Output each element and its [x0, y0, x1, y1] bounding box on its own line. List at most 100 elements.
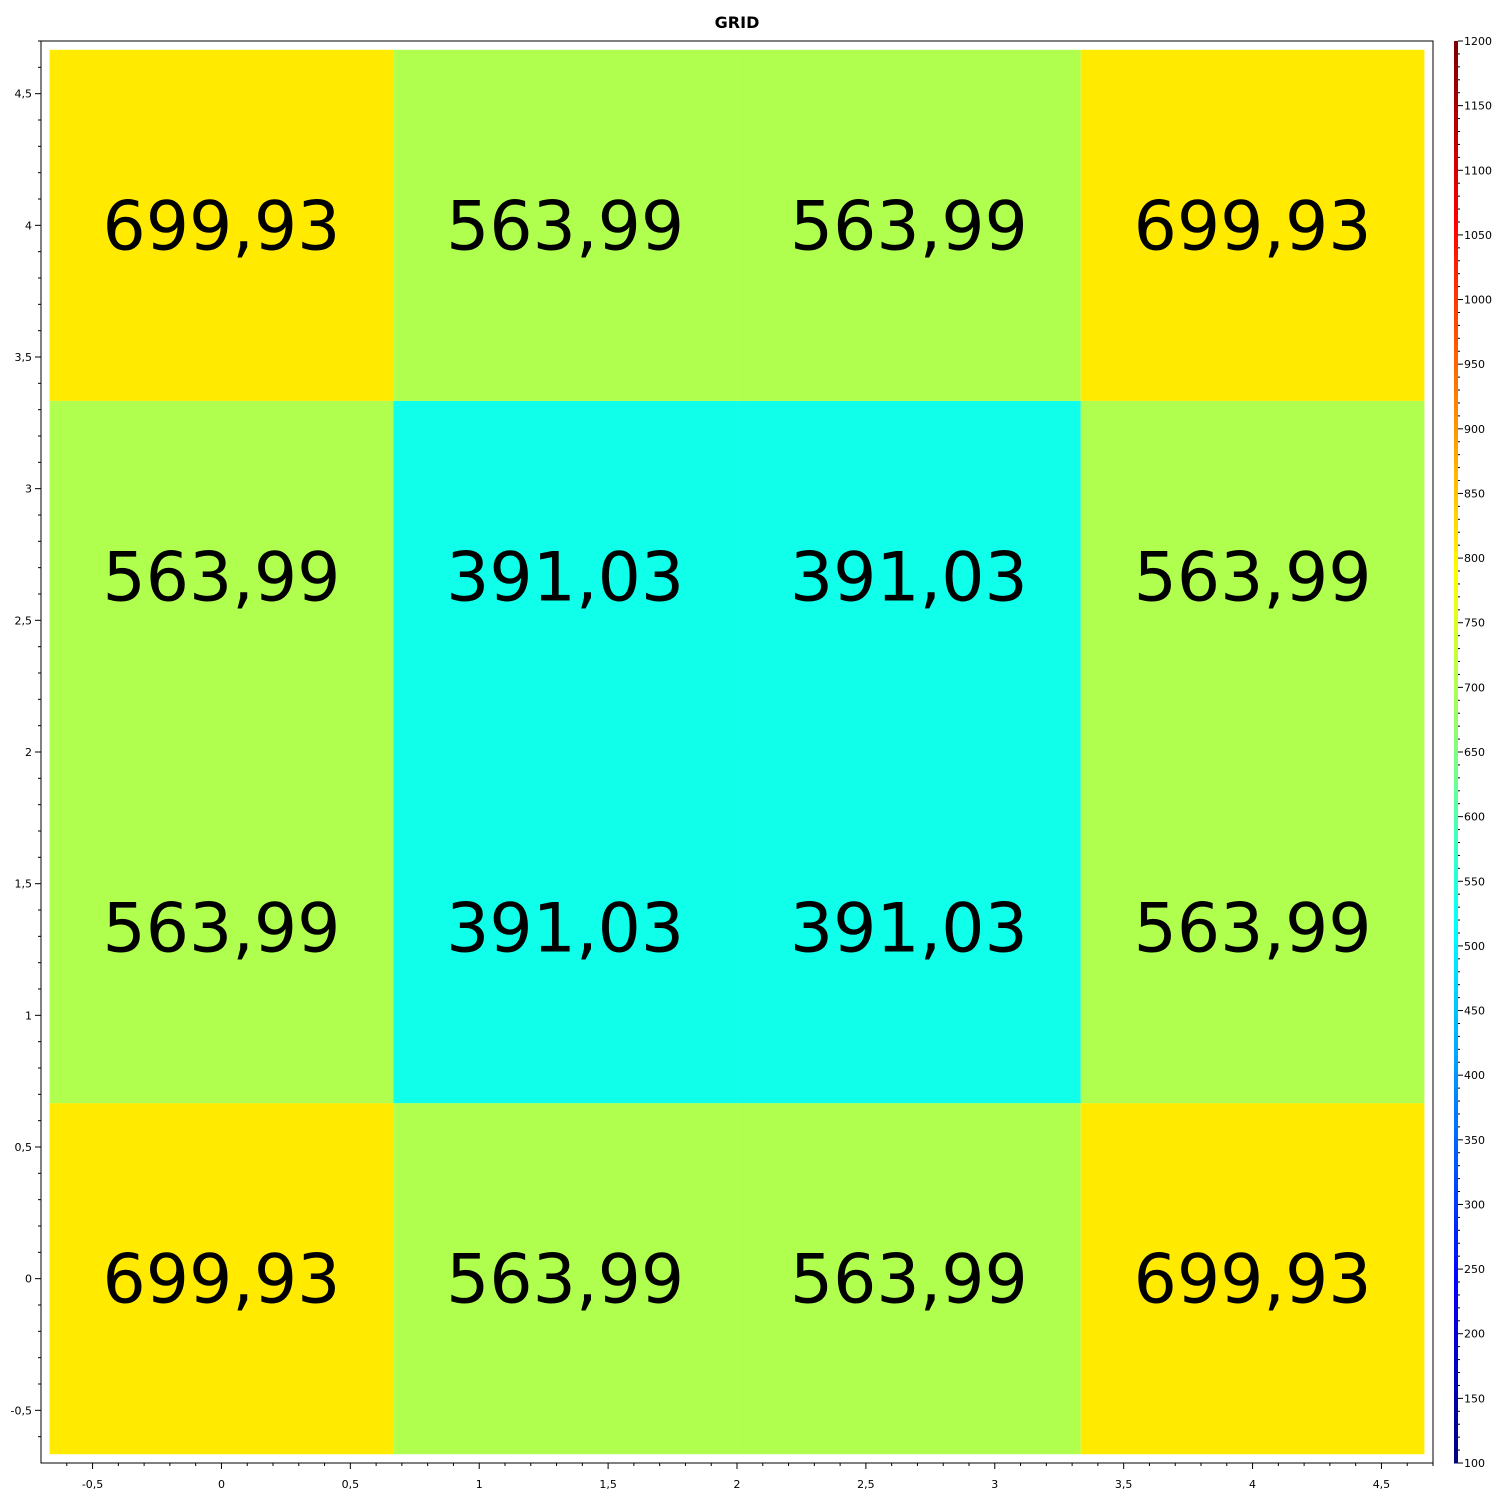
colorbar-segment — [1454, 125, 1458, 132]
colorbar-segment — [1454, 1101, 1458, 1108]
colorbar-segment — [1454, 784, 1458, 792]
colorbar-segment — [1454, 1126, 1458, 1134]
colorbar-segment — [1454, 1307, 1458, 1315]
colorbar-segment — [1454, 1094, 1458, 1102]
colorbar-segment — [1454, 176, 1458, 184]
colorbar-segment — [1454, 1049, 1458, 1057]
colorbar-segment — [1454, 454, 1458, 462]
colorbar-segment — [1454, 1113, 1458, 1121]
colorbar-segment — [1454, 1320, 1458, 1328]
x-tick-label: 2,5 — [857, 1478, 875, 1491]
colorbar-segment — [1454, 558, 1458, 566]
colorbar-segment — [1454, 170, 1458, 178]
colorbar-segment — [1454, 448, 1458, 456]
colorbar-segment — [1454, 1017, 1458, 1024]
colorbar-segment — [1454, 299, 1458, 307]
cell-value-label: 563,99 — [446, 187, 684, 266]
colorbar-segment — [1454, 247, 1458, 255]
colorbar-segment — [1454, 635, 1458, 643]
colorbar-tick-label: 800 — [1464, 552, 1485, 565]
x-tick-label: 3 — [991, 1478, 998, 1491]
colorbar-segment — [1454, 370, 1458, 378]
cell-value-label: 699,93 — [102, 1241, 340, 1320]
colorbar-segment — [1454, 157, 1458, 165]
colorbar-segment — [1454, 583, 1458, 591]
colorbar-segment — [1454, 1029, 1458, 1037]
colorbar-segment — [1454, 532, 1458, 540]
colorbar-segment — [1454, 1230, 1458, 1238]
colorbar-segment — [1454, 254, 1458, 262]
colorbar-segment — [1454, 997, 1458, 1005]
colorbar: 100 150 200 250 300 350 400 450 500 550 600 650 700 7… — [1454, 35, 1492, 1470]
colorbar-segment — [1454, 512, 1458, 520]
colorbar-segment — [1454, 693, 1458, 701]
colorbar-segment — [1454, 228, 1458, 236]
colorbar-segment — [1454, 519, 1458, 527]
colorbar-tick-label: 1100 — [1464, 164, 1492, 177]
cell-value-label: 699,93 — [1134, 1241, 1372, 1320]
colorbar-tick-label: 750 — [1464, 617, 1485, 630]
colorbar-segment — [1454, 163, 1458, 171]
colorbar-segment — [1454, 1340, 1458, 1348]
colorbar-segment — [1454, 1165, 1458, 1173]
colorbar-segment — [1454, 726, 1458, 734]
colorbar-segment — [1454, 1430, 1458, 1438]
x-tick-label: 0 — [218, 1478, 225, 1491]
colorbar-segment — [1454, 486, 1458, 494]
colorbar-tick-label: 850 — [1464, 487, 1485, 500]
colorbar-segment — [1454, 1010, 1458, 1018]
colorbar-segment — [1454, 1191, 1458, 1199]
colorbar-segment — [1454, 99, 1458, 107]
colorbar-segment — [1454, 1437, 1458, 1445]
cell-value-label: 563,99 — [790, 187, 1028, 266]
colorbar-segment — [1454, 945, 1458, 953]
cell-value-label: 563,99 — [1134, 538, 1372, 617]
colorbar-segment — [1454, 1210, 1458, 1218]
chart-container: GRID 699,93 563,99 563,99 699,93 563,99 391,0… — [0, 0, 1500, 1500]
colorbar-segment — [1454, 1042, 1458, 1050]
x-tick-label: 2 — [734, 1478, 741, 1491]
colorbar-segment — [1454, 1327, 1458, 1335]
colorbar-segment — [1454, 971, 1458, 979]
colorbar-segment — [1454, 758, 1458, 766]
cell-value-label: 391,03 — [446, 890, 684, 969]
colorbar-tick-label: 1050 — [1464, 229, 1492, 242]
colorbar-segment — [1454, 861, 1458, 869]
colorbar-segment — [1454, 1301, 1458, 1309]
cell-value-label: 699,93 — [102, 187, 340, 266]
colorbar-segment — [1454, 92, 1458, 100]
colorbar-segment — [1454, 907, 1458, 915]
colorbar-segment — [1454, 777, 1458, 785]
colorbar-segment — [1454, 241, 1458, 249]
colorbar-segment — [1454, 1217, 1458, 1225]
colorbar-segment — [1454, 480, 1458, 488]
colorbar-segment — [1454, 603, 1458, 611]
colorbar-segment — [1454, 1275, 1458, 1283]
colorbar-segment — [1454, 823, 1458, 831]
y-tick-label: 1,5 — [15, 878, 33, 891]
colorbar-segment — [1454, 357, 1458, 365]
colorbar-segment — [1454, 118, 1458, 126]
colorbar-segment — [1454, 571, 1458, 578]
colorbar-segment — [1454, 926, 1458, 934]
colorbar-segment — [1454, 655, 1458, 663]
colorbar-segment — [1454, 816, 1458, 824]
x-tick-label: 1,5 — [599, 1478, 617, 1491]
colorbar-segment — [1454, 577, 1458, 585]
colorbar-segment — [1454, 545, 1458, 553]
colorbar-segment — [1454, 267, 1458, 275]
colorbar-segment — [1454, 47, 1458, 55]
x-tick-label: 4 — [1249, 1478, 1256, 1491]
colorbar-segment — [1454, 221, 1458, 229]
colorbar-segment — [1454, 364, 1458, 372]
colorbar-segment — [1454, 1197, 1458, 1205]
colorbar-segment — [1454, 402, 1458, 410]
colorbar-segment — [1454, 1450, 1458, 1458]
y-tick-label: 0,5 — [15, 1141, 33, 1154]
colorbar-segment — [1454, 1055, 1458, 1063]
colorbar-segment — [1454, 797, 1458, 805]
colorbar-segment — [1454, 260, 1458, 268]
colorbar-segment — [1454, 415, 1458, 423]
colorbar-segment — [1454, 1036, 1458, 1044]
colorbar-segment — [1454, 609, 1458, 617]
